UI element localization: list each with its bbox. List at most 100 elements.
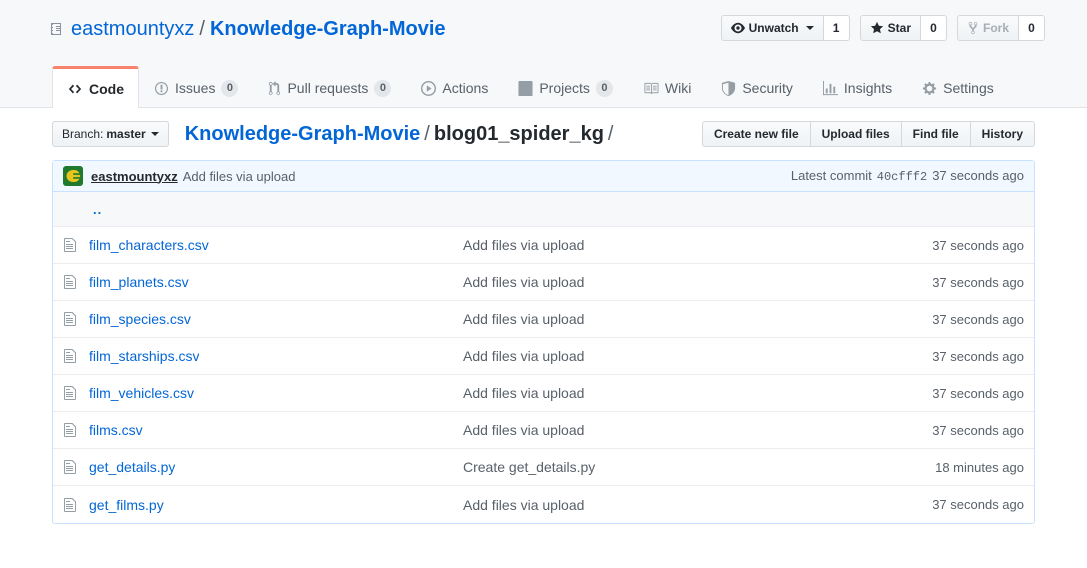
file-name-link[interactable]: film_vehicles.csv [89, 385, 194, 401]
file-icon [63, 459, 79, 475]
project-icon [518, 80, 533, 96]
tab-actions-label: Actions [442, 80, 489, 96]
watch-button-group: Unwatch 1 [720, 15, 850, 41]
file-commit-message[interactable]: Add files via upload [463, 311, 874, 327]
code-icon [67, 82, 83, 96]
tab-settings[interactable]: Settings [907, 68, 1009, 107]
star-button-group: Star 0 [859, 15, 947, 41]
tab-security[interactable]: Security [706, 68, 808, 107]
repo-name-link[interactable]: Knowledge-Graph-Movie [210, 17, 446, 41]
file-navigation-bar: Branch: master Knowledge-Graph-Movie / blo… [52, 108, 1035, 160]
breadcrumb-repo-link[interactable]: Knowledge-Graph-Movie [185, 123, 421, 145]
file-name-link[interactable]: get_films.py [89, 497, 164, 513]
repository-title: eastmountyxz / Knowledge-Graph-Movie [48, 17, 446, 41]
create-new-file-button[interactable]: Create new file [701, 121, 811, 147]
branch-prefix-label: Branch: [62, 127, 104, 141]
upload-files-button[interactable]: Upload files [810, 121, 902, 147]
file-commit-message[interactable]: Add files via upload [463, 497, 874, 513]
tab-code[interactable]: Code [52, 66, 139, 108]
tab-wiki[interactable]: Wiki [628, 68, 706, 107]
file-name-cell: films.csv [63, 422, 463, 438]
watch-count[interactable]: 1 [823, 15, 850, 41]
avatar[interactable] [63, 166, 83, 186]
fork-icon [967, 21, 979, 35]
table-row[interactable]: film_characters.csv Add files via upload… [53, 227, 1034, 264]
find-file-button[interactable]: Find file [901, 121, 971, 147]
repository-header: eastmountyxz / Knowledge-Graph-Movie Unw… [0, 0, 1087, 108]
latest-commit-bar: eastmountyxz Add files via upload Latest… [53, 161, 1034, 192]
tab-security-label: Security [742, 80, 793, 96]
file-commit-age: 37 seconds ago [932, 497, 1024, 512]
commit-sha[interactable]: 40cfff2 [877, 170, 927, 184]
file-icon [63, 311, 79, 327]
tab-issues[interactable]: Issues 0 [139, 68, 253, 107]
file-list-container: eastmountyxz Add files via upload Latest… [52, 160, 1035, 524]
file-commit-age: 37 seconds ago [932, 311, 1024, 327]
file-name-link[interactable]: film_characters.csv [89, 237, 209, 253]
breadcrumb: Knowledge-Graph-Movie / blog01_spider_kg / [185, 124, 618, 144]
file-name-link[interactable]: film_starships.csv [89, 348, 199, 364]
file-name-link[interactable]: get_details.py [89, 459, 175, 475]
breadcrumb-separator-1: / [424, 123, 430, 145]
play-icon [421, 80, 437, 96]
file-name-cell: film_species.csv [63, 311, 463, 327]
fork-label: Fork [982, 21, 1009, 35]
tab-projects-count: 0 [595, 79, 613, 97]
gear-icon [922, 81, 937, 96]
repository-nav: Code Issues 0 Pull requests 0 Actions Pr… [52, 65, 1009, 108]
tab-wiki-label: Wiki [664, 80, 692, 96]
star-count[interactable]: 0 [920, 15, 947, 41]
branch-select-button[interactable]: Branch: master [52, 121, 169, 147]
issue-opened-icon [154, 81, 169, 96]
file-name-link[interactable]: films.csv [89, 422, 143, 438]
tab-insights[interactable]: Insights [808, 68, 907, 107]
tab-projects-label: Projects [539, 80, 590, 96]
star-button[interactable]: Star [859, 15, 921, 41]
table-row[interactable]: film_vehicles.csv Add files via upload 3… [53, 375, 1034, 412]
file-icon [63, 385, 79, 401]
parent-directory-link[interactable]: .. [93, 202, 102, 217]
history-button[interactable]: History [970, 121, 1035, 147]
fork-count[interactable]: 0 [1019, 15, 1045, 41]
tab-actions[interactable]: Actions [406, 68, 503, 107]
parent-directory-row[interactable]: .. [53, 192, 1034, 227]
repository-content: Branch: master Knowledge-Graph-Movie / blo… [0, 108, 1087, 524]
commit-message[interactable]: Add files via upload [183, 169, 296, 184]
table-row[interactable]: film_planets.csv Add files via upload 37… [53, 264, 1034, 301]
repo-owner-link[interactable]: eastmountyxz [71, 17, 194, 41]
unwatch-button[interactable]: Unwatch [720, 15, 824, 41]
table-row[interactable]: get_films.py Add files via upload 37 sec… [53, 486, 1034, 523]
file-commit-message[interactable]: Add files via upload [463, 237, 874, 253]
star-label: Star [887, 21, 911, 35]
latest-commit-label: Latest commit [790, 168, 872, 183]
tab-pull-requests-label: Pull requests [287, 80, 369, 96]
file-commit-message[interactable]: Add files via upload [463, 348, 874, 364]
table-row[interactable]: films.csv Add files via upload 37 second… [53, 412, 1034, 449]
file-commit-message[interactable]: Add files via upload [463, 274, 874, 290]
file-commit-message[interactable]: Add files via upload [463, 422, 874, 438]
file-name-cell: get_films.py [63, 497, 463, 513]
file-commit-message[interactable]: Create get_details.py [463, 459, 874, 475]
unwatch-label: Unwatch [748, 21, 799, 35]
file-name-link[interactable]: film_planets.csv [89, 274, 189, 290]
file-commit-message[interactable]: Add files via upload [463, 385, 874, 401]
fork-button-group: Fork 0 [956, 15, 1045, 41]
latest-commit-info: Latest commit 40cfff2 37 seconds ago [791, 168, 1024, 184]
table-row[interactable]: film_species.csv Add files via upload 37… [53, 301, 1034, 338]
file-icon [63, 422, 79, 438]
commit-author-link[interactable]: eastmountyxz [91, 169, 178, 184]
table-row[interactable]: film_starships.csv Add files via upload … [53, 338, 1034, 375]
file-commit-age: 37 seconds ago [932, 422, 1024, 438]
file-icon [63, 274, 79, 290]
file-name-cell: film_characters.csv [63, 237, 463, 253]
file-name-cell: film_planets.csv [63, 274, 463, 290]
file-name-link[interactable]: film_species.csv [89, 311, 191, 327]
commit-age: 37 seconds ago [932, 168, 1024, 183]
table-row[interactable]: get_details.py Create get_details.py 18 … [53, 449, 1034, 486]
tab-issues-label: Issues [175, 80, 216, 96]
file-icon [63, 497, 79, 513]
file-commit-age: 37 seconds ago [932, 348, 1024, 364]
fork-button[interactable]: Fork [956, 15, 1019, 41]
tab-projects[interactable]: Projects 0 [503, 68, 628, 107]
tab-pull-requests[interactable]: Pull requests 0 [253, 68, 406, 107]
